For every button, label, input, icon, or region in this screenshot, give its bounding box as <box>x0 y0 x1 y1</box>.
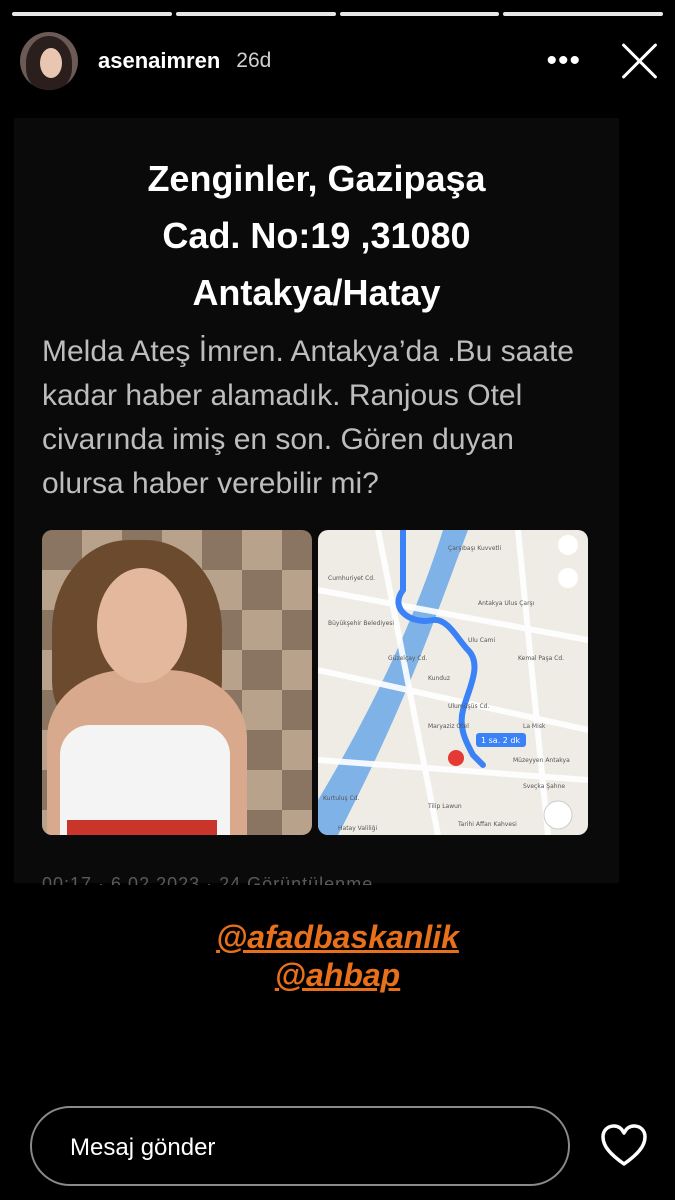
progress-segment-3 <box>339 12 500 16</box>
progress-segment-4 <box>503 12 663 16</box>
map-label: Tarihi Affan Kahvesi <box>457 821 517 828</box>
story-header: asenaimren 26d ••• <box>20 30 659 92</box>
message-text: Melda Ateş İmren. Antakya’da .Bu saate k… <box>42 335 574 500</box>
map-label: Hatay Valiliği <box>338 825 377 832</box>
avatar[interactable] <box>20 32 78 90</box>
map-label: Kunduz <box>428 675 450 682</box>
heart-icon[interactable] <box>600 1124 648 1168</box>
more-options-icon[interactable]: ••• <box>546 46 581 76</box>
map-label: Kemal Paşa Cd. <box>518 655 564 662</box>
post-time: 26d <box>236 49 272 72</box>
map-label: Müzeyyen Antakya <box>513 757 570 764</box>
mentions: @afadbaskanlik @ahbap <box>0 918 675 994</box>
story-content: Zenginler, Gazipaşa Cad. No:19 ,31080 An… <box>14 118 619 885</box>
progress-segment-1 <box>12 12 172 16</box>
route-badge-text: 1 sa. 2 dk <box>481 736 521 745</box>
map-label: Büyükşehir Belediyesi <box>328 620 394 627</box>
post-meta: 00:17 · 6.02.2023 · 24 Görüntülenme <box>42 874 374 885</box>
address-line-1: Zenginler, Gazipaşa <box>147 158 486 199</box>
send-message-input[interactable] <box>68 1130 532 1166</box>
map-graphic: Çarşıbaşı Kuvvetli Cumhuriyet Cd. Antaky… <box>318 530 588 835</box>
username[interactable]: asenaimren <box>98 48 220 74</box>
map-label: Ulu Cami <box>468 637 495 644</box>
message-composer <box>30 1106 570 1186</box>
map-label: Antakya Ulus Çarşı <box>478 600 535 607</box>
map-label: Çarşıbaşı Kuvvetli <box>448 545 502 552</box>
map-label: Tilip Lawun <box>427 803 462 810</box>
locate-button-icon <box>543 800 573 830</box>
location-pin-icon <box>448 750 464 766</box>
address-title: Zenginler, Gazipaşa Cad. No:19 ,31080 An… <box>14 150 619 321</box>
map-label: Güzelçay Cd. <box>388 655 427 662</box>
map-label: Cumhuriyet Cd. <box>328 575 375 582</box>
address-line-2: Cad. No:19 ,31080 <box>162 215 471 256</box>
map-label: Sveçka Şahne <box>523 783 565 790</box>
map-search-icon <box>558 568 578 588</box>
story-progress-bar <box>12 12 663 16</box>
map-label: Kurtuluş Cd. <box>323 795 360 802</box>
layers-icon <box>558 535 578 555</box>
map-label: La Misk <box>523 723 546 730</box>
mention-afadbaskanlik[interactable]: @afadbaskanlik <box>214 918 461 956</box>
close-icon[interactable] <box>619 41 659 81</box>
missing-person-photo <box>42 530 312 835</box>
map-screenshot: Çarşıbaşı Kuvvetli Cumhuriyet Cd. Antaky… <box>318 530 588 835</box>
address-line-3: Antakya/Hatay <box>192 272 441 313</box>
map-label: Ulumüşüs Cd. <box>448 703 489 710</box>
mention-ahbap[interactable]: @ahbap <box>272 956 403 994</box>
progress-segment-2 <box>175 12 336 16</box>
map-label: Maryaziz Otel <box>428 723 469 730</box>
